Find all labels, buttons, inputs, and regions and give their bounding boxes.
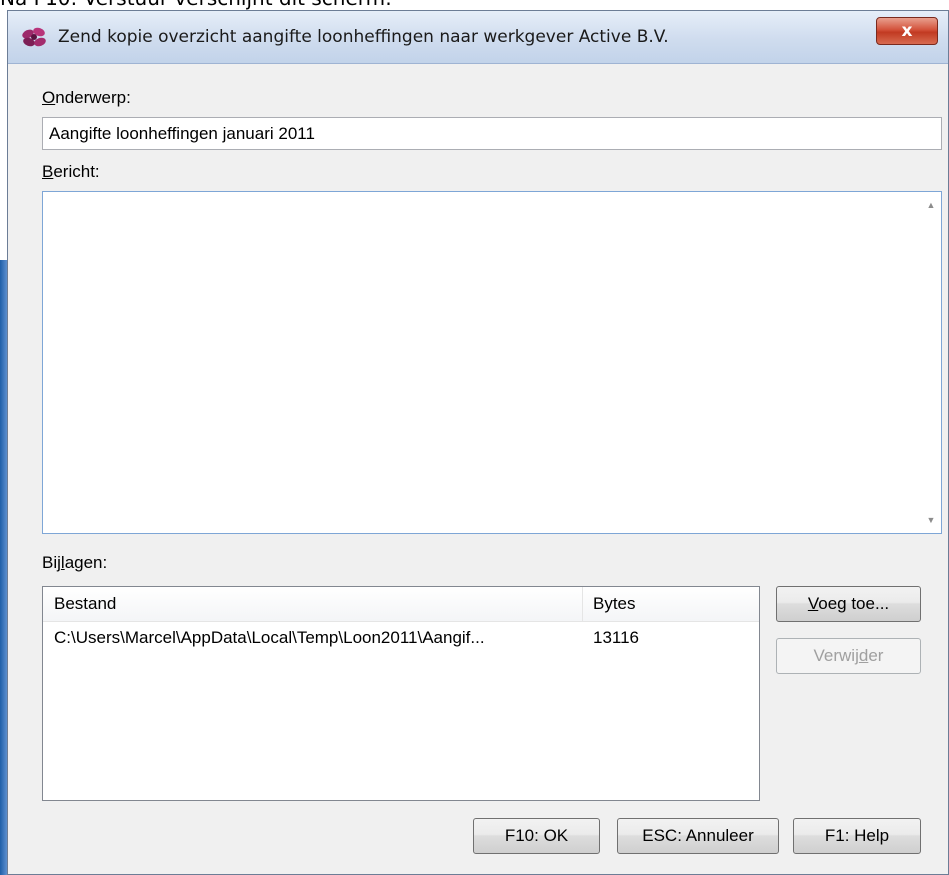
list-header: Bestand Bytes [43,587,759,622]
add-button-label: oeg toe... [818,594,890,613]
message-area: ▲ ▼ [42,191,942,534]
attachments-list[interactable]: Bestand Bytes C:\Users\Marcel\AppData\Lo… [42,586,760,801]
remove-attachment-button[interactable]: Verwijder [776,638,921,674]
attachments-label: Bijlagen: [42,552,107,574]
background-window-edge [0,260,7,875]
close-button[interactable]: x [876,17,938,45]
cancel-button[interactable]: ESC: Annuleer [617,818,779,854]
file-bytes-cell: 13116 [593,628,640,647]
ok-button[interactable]: F10: OK [473,818,600,854]
file-path-cell: C:\Users\Marcel\AppData\Local\Temp\Loon2… [54,628,485,647]
subject-input[interactable] [42,117,942,150]
message-label: Bericht: [42,161,100,183]
window-title: Zend kopie overzicht aangifte loonheffin… [58,27,669,47]
add-button-mnemonic: V [807,594,819,613]
subject-label: Onderwerp: [42,87,131,109]
message-textarea[interactable] [43,192,921,533]
column-header-file[interactable]: Bestand [43,587,583,621]
scroll-up-arrow-icon[interactable]: ▲ [921,194,941,216]
remove-button-post: er [868,646,884,665]
close-icon: x [901,21,913,41]
list-item[interactable]: C:\Users\Marcel\AppData\Local\Temp\Loon2… [43,623,759,653]
help-button[interactable]: F1: Help [793,818,921,854]
column-header-bytes[interactable]: Bytes [583,587,759,621]
attachments-label-post: agen: [64,553,108,572]
scroll-down-arrow-icon[interactable]: ▼ [921,509,941,531]
remove-button-pre: Verwij [813,646,859,665]
title-bar[interactable]: Zend kopie overzicht aangifte loonheffin… [8,11,948,64]
subject-label-mnemonic: O [42,88,56,107]
add-attachment-button[interactable]: Voeg toe... [776,586,921,622]
subject-label-text: nderwerp: [55,88,131,107]
message-label-text: ericht: [53,162,100,181]
dialog-window: Zend kopie overzicht aangifte loonheffin… [7,10,949,875]
attachments-label-pre: Bij [42,553,61,572]
message-label-mnemonic: B [42,162,54,181]
message-scrollbar[interactable]: ▲ ▼ [921,192,941,533]
remove-button-mnemonic: d [858,646,869,665]
flower-logo-icon [22,27,46,47]
page-caption: Na F10: Verstuur verschijnt dit scherm: [0,0,392,10]
